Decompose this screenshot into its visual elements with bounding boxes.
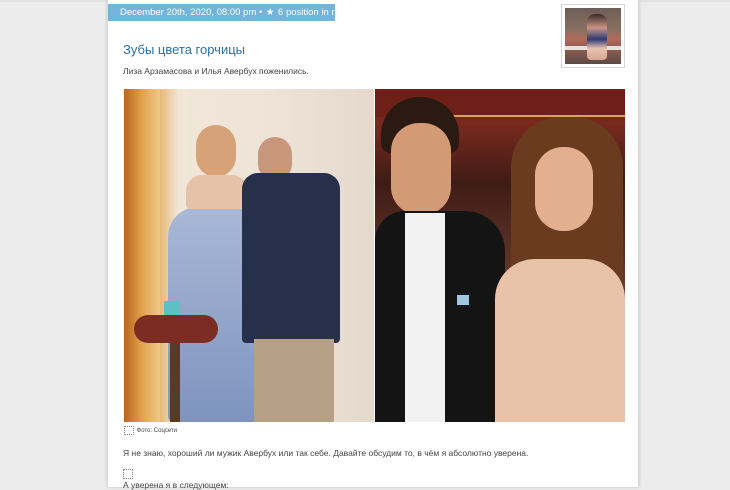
photo-flowers bbox=[134, 315, 218, 343]
photo-caption-text: Фото: Соцсети bbox=[136, 428, 178, 435]
rating-text[interactable]: 6 position in rating bbox=[278, 7, 335, 18]
photo-pocket-square bbox=[457, 295, 469, 305]
photo-curtain bbox=[124, 89, 160, 422]
photo-man-jacket bbox=[242, 173, 340, 343]
photo-man-trousers bbox=[254, 339, 334, 422]
photo-caption: Фото: Соцсети bbox=[124, 426, 177, 435]
broken-image-icon bbox=[123, 469, 133, 479]
post-photo bbox=[124, 89, 625, 422]
photo-woman2-face bbox=[535, 147, 593, 231]
meta-separator: • bbox=[258, 7, 263, 18]
post-meta-bar: December 20th, 2020, 08:00 pm • ★ 6 posi… bbox=[108, 4, 335, 21]
post-date: December 20th, 2020, 08:00 pm bbox=[120, 7, 257, 18]
photo-left-panel bbox=[124, 89, 374, 422]
photo-man2-shirt bbox=[405, 213, 445, 422]
post-paragraph-1: Я не знаю, хороший ли мужик Авербух или … bbox=[123, 448, 529, 458]
star-icon: ★ bbox=[265, 7, 275, 18]
photo-sign-line bbox=[445, 115, 625, 117]
photo-right-panel bbox=[375, 89, 625, 422]
post-title[interactable]: Зубы цвета горчицы bbox=[123, 42, 245, 57]
photo-woman-shoulders bbox=[186, 175, 248, 209]
photo-table-leg bbox=[170, 343, 180, 422]
photo-woman2-top bbox=[495, 259, 625, 422]
author-thumbnail[interactable] bbox=[561, 4, 625, 68]
photo-woman-head bbox=[196, 125, 236, 177]
photo-man2-face bbox=[391, 123, 451, 215]
post-lead: Лиза Арзамасова и Илья Авербух поженилис… bbox=[123, 66, 309, 76]
thumbnail-figure bbox=[587, 14, 607, 60]
author-thumbnail-image bbox=[565, 8, 621, 64]
photo-gift-box bbox=[164, 301, 180, 315]
post-paragraph-2: А уверена я в следующем: bbox=[123, 480, 229, 490]
broken-image-icon bbox=[124, 426, 134, 435]
